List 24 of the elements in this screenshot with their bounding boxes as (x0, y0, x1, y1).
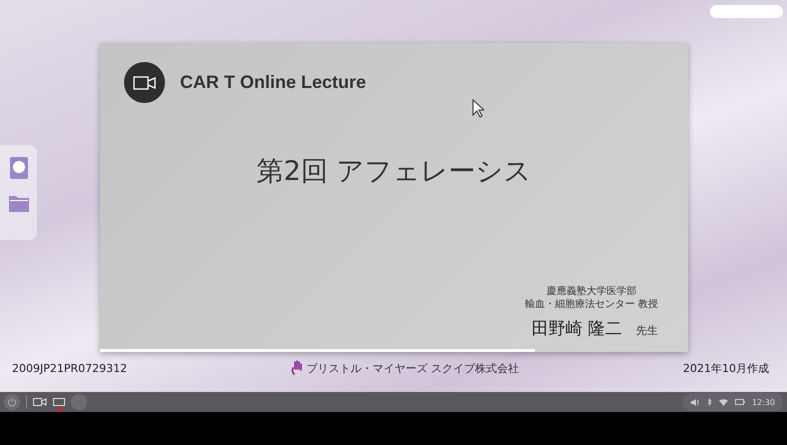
bluetooth-icon (706, 398, 712, 406)
speaker-name: 田野崎 隆二 (532, 318, 622, 340)
search-field[interactable] (710, 5, 783, 18)
hand-logo-icon (291, 360, 304, 376)
power-button[interactable] (4, 394, 20, 410)
company-name: ブリストル・マイヤーズ スクイブ株式会社 (306, 360, 519, 376)
battery-icon (734, 399, 745, 405)
clock-time: 12:30 (752, 398, 775, 406)
document-code: 2009JP21PR0729312 (12, 362, 128, 374)
creation-date: 2021年10月作成 (682, 360, 769, 376)
affiliation-text: 輸血・細胞療法センター 教授 (524, 298, 658, 311)
volume-icon (690, 398, 700, 406)
video-camera-icon (124, 62, 165, 103)
affiliation-text: 慶應義塾大学医学部 (546, 285, 636, 298)
folder-icon[interactable] (8, 195, 28, 212)
power-icon (7, 397, 17, 407)
honorific-text: 先生 (636, 323, 658, 338)
slide-heading: 第2回 アフェレーシス (256, 155, 532, 189)
status-tray[interactable]: 12:30 (682, 393, 783, 411)
mouse-pointer-icon (472, 99, 484, 118)
video-camera-icon[interactable] (33, 398, 47, 406)
app-icon[interactable] (10, 157, 28, 179)
lecture-title: CAR T Online Lecture (180, 72, 366, 93)
wifi-icon (718, 398, 728, 406)
